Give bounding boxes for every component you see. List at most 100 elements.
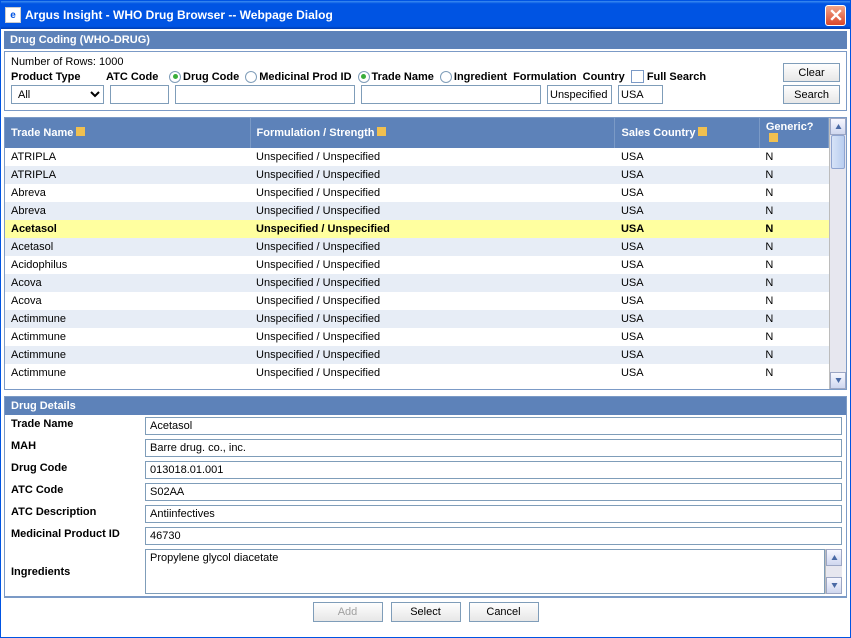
window-title: Argus Insight - WHO Drug Browser -- Webp… [25, 8, 825, 22]
drug-code-label: Drug Code [5, 459, 145, 481]
full-search-checkbox[interactable]: Full Search [631, 70, 706, 83]
cell-form: Unspecified / Unspecified [250, 202, 615, 220]
scroll-down-icon[interactable] [826, 577, 842, 594]
atc-code-value: S02AA [145, 483, 842, 501]
formulation-input[interactable] [547, 85, 612, 104]
col-trade-name[interactable]: Trade Name [5, 118, 250, 148]
scroll-up-icon[interactable] [826, 549, 842, 566]
cell-form: Unspecified / Unspecified [250, 184, 615, 202]
cell-country: USA [615, 346, 759, 364]
scroll-thumb[interactable] [831, 135, 845, 169]
cell-gen: N [759, 364, 828, 382]
ingredient-radio[interactable]: Ingredient [440, 71, 507, 83]
atc-desc-value: Antiinfectives [145, 505, 842, 523]
cell-gen: N [759, 220, 828, 238]
sort-icon [698, 127, 707, 136]
table-row[interactable]: AcovaUnspecified / UnspecifiedUSAN [5, 274, 829, 292]
mah-value: Barre drug. co., inc. [145, 439, 842, 457]
table-row[interactable]: ActimmuneUnspecified / UnspecifiedUSAN [5, 310, 829, 328]
add-button[interactable]: Add [313, 602, 383, 622]
content-area: Drug Coding (WHO-DRUG) Number of Rows: 1… [1, 29, 850, 637]
atc-code-input[interactable] [110, 85, 169, 104]
table-row[interactable]: AcetasolUnspecified / UnspecifiedUSAN [5, 220, 829, 238]
table-row[interactable]: ActimmuneUnspecified / UnspecifiedUSAN [5, 364, 829, 382]
cell-country: USA [615, 256, 759, 274]
sort-icon [377, 127, 386, 136]
country-input[interactable] [618, 85, 663, 104]
cell-country: USA [615, 364, 759, 382]
cell-gen: N [759, 202, 828, 220]
radio-circle-icon [440, 71, 452, 83]
ingredients-scrollbar[interactable] [825, 549, 842, 594]
table-row[interactable]: ActimmuneUnspecified / UnspecifiedUSAN [5, 328, 829, 346]
cell-country: USA [615, 220, 759, 238]
cell-trade: Acetasol [5, 238, 250, 256]
cell-country: USA [615, 292, 759, 310]
cell-form: Unspecified / Unspecified [250, 166, 615, 184]
table-row[interactable]: AcetasolUnspecified / UnspecifiedUSAN [5, 238, 829, 256]
close-button[interactable] [825, 5, 846, 26]
drug-code-radio[interactable]: Drug Code [169, 71, 239, 83]
sort-icon [76, 127, 85, 136]
search-panel: Number of Rows: 1000 Product Type ATC Co… [4, 51, 847, 111]
drug-code-input[interactable] [175, 85, 355, 104]
cell-trade: Abreva [5, 202, 250, 220]
mah-label: MAH [5, 437, 145, 459]
footer-buttons: Add Select Cancel [4, 597, 847, 626]
ingredients-label: Ingredients [5, 547, 145, 596]
cell-country: USA [615, 166, 759, 184]
scroll-down-icon[interactable] [830, 372, 846, 389]
formulation-label: Formulation [513, 71, 577, 83]
cell-country: USA [615, 184, 759, 202]
cell-form: Unspecified / Unspecified [250, 238, 615, 256]
rows-count-label: Number of Rows: 1000 [11, 56, 783, 68]
scroll-up-icon[interactable] [830, 118, 846, 135]
sort-icon [769, 133, 778, 142]
select-button[interactable]: Select [391, 602, 461, 622]
cancel-button[interactable]: Cancel [469, 602, 539, 622]
cell-country: USA [615, 274, 759, 292]
clear-button[interactable]: Clear [783, 63, 840, 82]
cell-form: Unspecified / Unspecified [250, 148, 615, 166]
cell-country: USA [615, 310, 759, 328]
cell-country: USA [615, 238, 759, 256]
table-row[interactable]: AcovaUnspecified / UnspecifiedUSAN [5, 292, 829, 310]
cell-form: Unspecified / Unspecified [250, 328, 615, 346]
cell-trade: Acetasol [5, 220, 250, 238]
app-icon: e [5, 7, 21, 23]
table-row[interactable]: AcidophilusUnspecified / UnspecifiedUSAN [5, 256, 829, 274]
cell-gen: N [759, 166, 828, 184]
drug-details-panel: Drug Details Trade Name Acetasol MAH Bar… [4, 396, 847, 597]
cell-gen: N [759, 328, 828, 346]
cell-gen: N [759, 256, 828, 274]
table-row[interactable]: AbrevaUnspecified / UnspecifiedUSAN [5, 184, 829, 202]
table-row[interactable]: ATRIPLAUnspecified / UnspecifiedUSAN [5, 148, 829, 166]
table-row[interactable]: AbrevaUnspecified / UnspecifiedUSAN [5, 202, 829, 220]
product-type-select[interactable]: All [11, 85, 104, 104]
cell-gen: N [759, 148, 828, 166]
product-type-label: Product Type [11, 71, 100, 83]
cell-trade: Abreva [5, 184, 250, 202]
cell-gen: N [759, 346, 828, 364]
cell-trade: Actimmune [5, 328, 250, 346]
col-sales-country[interactable]: Sales Country [615, 118, 759, 148]
radio-dot-icon [169, 71, 181, 83]
table-row[interactable]: ATRIPLAUnspecified / UnspecifiedUSAN [5, 166, 829, 184]
medicinal-prod-id-radio[interactable]: Medicinal Prod ID [245, 71, 351, 83]
col-formulation[interactable]: Formulation / Strength [250, 118, 615, 148]
cell-country: USA [615, 328, 759, 346]
trade-name-input[interactable] [361, 85, 541, 104]
cell-trade: ATRIPLA [5, 148, 250, 166]
col-generic[interactable]: Generic? [759, 118, 828, 148]
page-header: Drug Coding (WHO-DRUG) [4, 31, 847, 49]
grid-scrollbar[interactable] [829, 118, 846, 389]
ingredients-value: Propylene glycol diacetate [145, 549, 825, 594]
search-button[interactable]: Search [783, 85, 840, 104]
cell-country: USA [615, 148, 759, 166]
table-row[interactable]: ActimmuneUnspecified / UnspecifiedUSAN [5, 346, 829, 364]
radio-dot-icon [358, 71, 370, 83]
cell-form: Unspecified / Unspecified [250, 310, 615, 328]
checkbox-icon [631, 70, 644, 83]
title-bar[interactable]: e Argus Insight - WHO Drug Browser -- We… [1, 1, 850, 29]
trade-name-radio[interactable]: Trade Name [358, 71, 434, 83]
